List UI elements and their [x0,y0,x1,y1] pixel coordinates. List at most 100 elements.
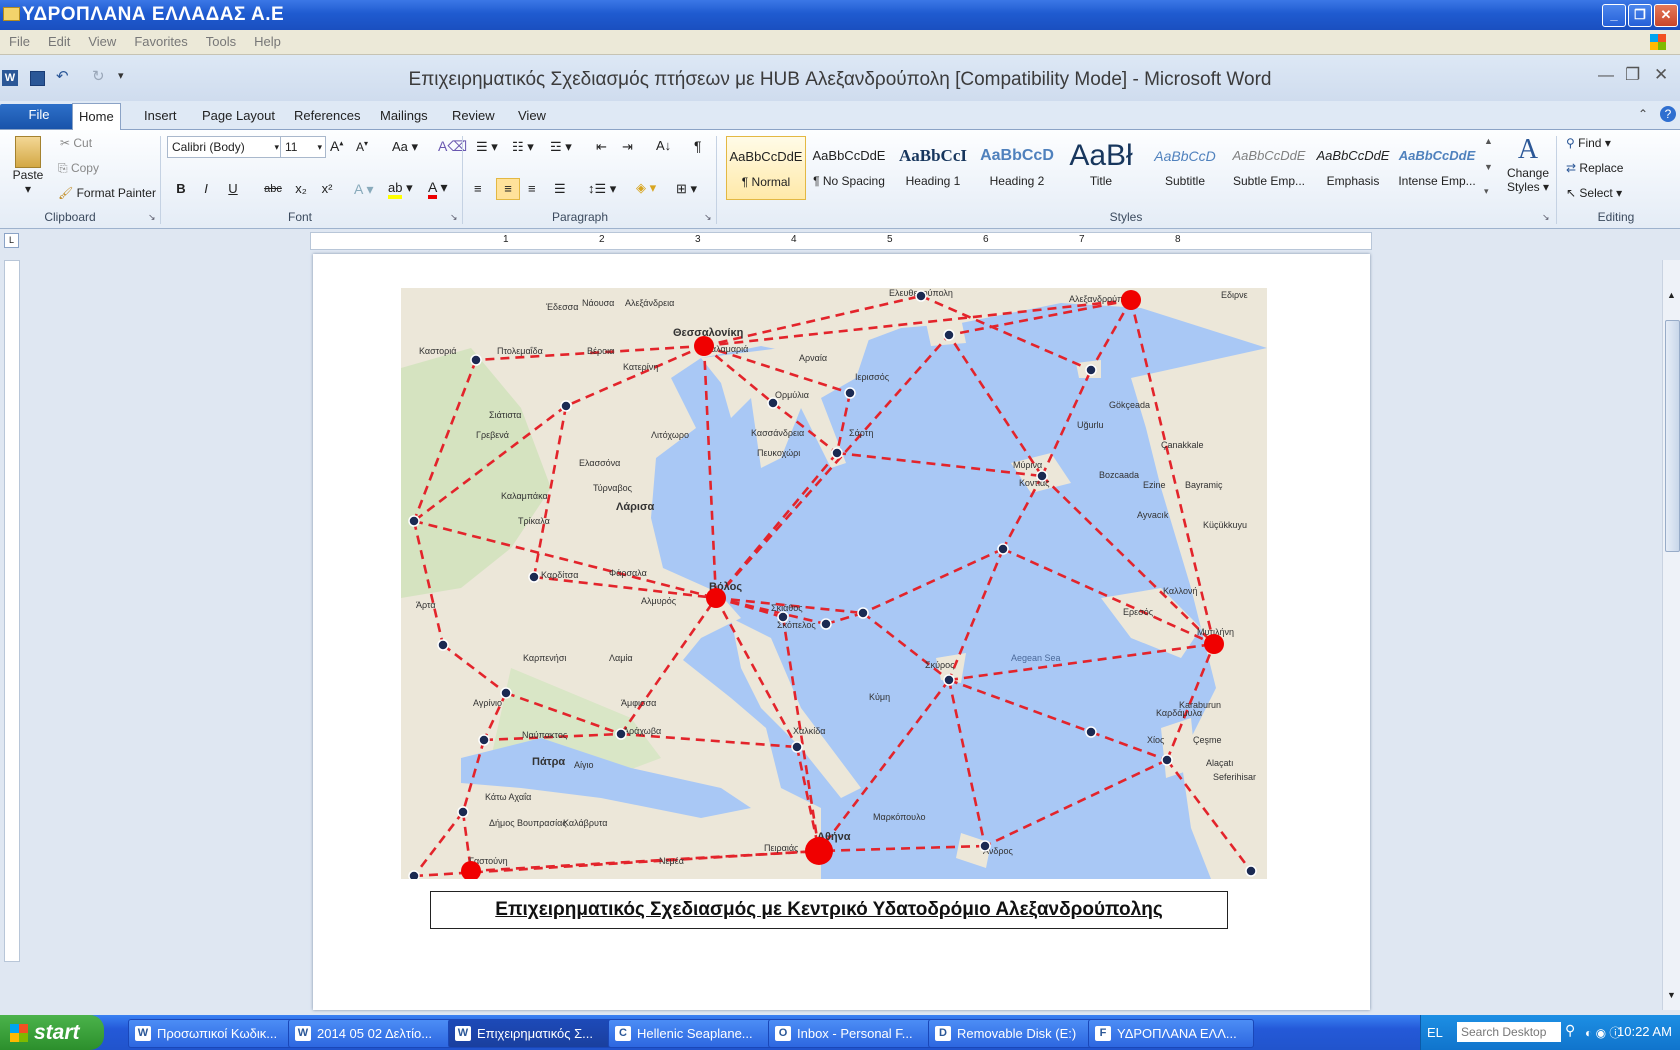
style-emphasis[interactable]: AaBbCcDdE Emphasis [1314,136,1392,198]
taskbar-item[interactable]: D Removable Disk (E:) [928,1019,1094,1048]
help-icon[interactable]: ? [1660,106,1676,122]
shading-icon[interactable]: ◈ ▾ [636,180,656,196]
copy-button[interactable]: ⎘ Copy [58,161,99,176]
shrink-font-icon[interactable]: A▾ [356,139,368,154]
clipboard-launcher-icon[interactable]: ↘ [148,212,156,223]
style-title[interactable]: AaBł Title [1062,136,1140,198]
menu-view[interactable]: View [79,30,125,54]
bullets-icon[interactable]: ☰ ▾ [476,139,498,155]
style-heading-2[interactable]: AaBbCcD Heading 2 [978,136,1056,198]
menu-help[interactable]: Help [245,30,290,54]
style-subtle-emphasis[interactable]: AaBbCcDdE Subtle Emp... [1230,136,1308,198]
scroll-down-icon[interactable]: ▼ [1667,990,1676,1000]
horizontal-ruler[interactable]: 1 2 3 4 5 6 7 8 [310,232,1372,250]
paragraph-launcher-icon[interactable]: ↘ [704,212,712,223]
subscript-button[interactable]: x₂ [290,179,312,199]
greece-map-image[interactable]: ΕλευθερούποληΑλεξανδρούποληΘεσσαλονίκηΚα… [401,288,1267,879]
styles-launcher-icon[interactable]: ↘ [1542,212,1550,223]
style-no-spacing[interactable]: AaBbCcDdE ¶ No Spacing [810,136,888,198]
style-subtitle[interactable]: AaBbCcD Subtitle [1146,136,1224,198]
search-desktop-input[interactable]: Search Desktop [1457,1022,1561,1042]
taskbar-item[interactable]: W 2014 05 02 Δελτίο... [288,1019,454,1048]
font-name-box[interactable]: Calibri (Body) ▾ [167,136,283,158]
tab-review[interactable]: Review [446,105,501,127]
ruler-toggle-icon[interactable]: L [4,233,19,248]
taskbar-item[interactable]: O Inbox - Personal F... [768,1019,934,1048]
grow-font-icon[interactable]: A▴ [330,138,343,154]
language-indicator[interactable]: EL [1427,1025,1443,1040]
taskbar-item[interactable]: W Προσωπικοί Κωδικ... [128,1019,294,1048]
menu-edit[interactable]: Edit [39,30,79,54]
map-place-label: Πάτρα [532,756,565,768]
taskbar-item[interactable]: C Hellenic Seaplane... [608,1019,774,1048]
tab-insert[interactable]: Insert [138,105,183,127]
decrease-indent-icon[interactable]: ⇤ [596,139,607,155]
scroll-up-icon[interactable]: ▲ [1667,290,1676,300]
superscript-button[interactable]: x² [316,179,338,199]
menu-tools[interactable]: Tools [197,30,245,54]
align-right-icon[interactable]: ≡ [528,181,536,196]
align-center-icon[interactable]: ≡ [496,178,520,200]
taskbar-item[interactable]: W Επιχειρηματικός Σ... [448,1019,614,1048]
minimize-ribbon-icon[interactable]: ⌃ [1638,107,1648,121]
justify-icon[interactable]: ☰ [554,181,566,197]
font-size-box[interactable]: 11 ▾ [280,136,326,158]
menu-file[interactable]: File [0,30,39,54]
highlight-icon[interactable]: ab ▾ [388,180,413,199]
vertical-ruler[interactable] [4,260,20,962]
select-button[interactable]: ↖ Select ▾ [1566,186,1622,200]
styles-scroll-down-icon[interactable]: ▼ [1484,162,1493,172]
borders-icon[interactable]: ⊞ ▾ [676,181,697,197]
tray-icons[interactable]: ◐ ◉ ⓘ [1585,1024,1621,1041]
start-button[interactable]: start [0,1015,104,1050]
align-left-icon[interactable]: ≡ [474,181,482,196]
map-place-label: Küçükkuyu [1203,520,1247,530]
tab-page-layout[interactable]: Page Layout [196,105,281,127]
font-color-icon[interactable]: A ▾ [428,179,448,199]
tab-mailings[interactable]: Mailings [374,105,434,127]
styles-more-icon[interactable]: ▾ [1484,186,1489,197]
numbering-icon[interactable]: ☷ ▾ [512,139,534,155]
strikethrough-button[interactable]: abc [262,179,284,199]
text-effects-icon[interactable]: A ▾ [354,181,373,198]
search-icon[interactable]: ⚲ [1565,1022,1575,1039]
styles-scroll-up-icon[interactable]: ▲ [1484,136,1493,146]
seaplane-base-marker [615,728,627,740]
font-launcher-icon[interactable]: ↘ [450,212,458,223]
word-close-icon[interactable]: ✕ [1654,65,1668,85]
change-styles-button[interactable]: A Change Styles ▾ [1502,134,1554,194]
italic-button[interactable]: I [195,179,217,199]
style-heading-1[interactable]: AaBbCcI Heading 1 [894,136,972,198]
vertical-scrollbar[interactable]: ▲ ▼ [1662,260,1680,1010]
word-restore-icon[interactable]: ❐ [1625,65,1640,85]
paste-button[interactable]: Paste ▾ [10,136,46,196]
style-intense-emphasis[interactable]: AaBbCcDdE Intense Emp... [1398,136,1476,198]
change-case-icon[interactable]: Aa ▾ [392,139,418,155]
style-normal[interactable]: AaBbCcDdE ¶ Normal [726,136,806,200]
taskbar-item[interactable]: F ΥΔΡΟΠΛΑΝΑ ΕΛΛ... [1088,1019,1254,1048]
tab-view[interactable]: View [512,105,552,127]
underline-button[interactable]: U [222,179,244,199]
increase-indent-icon[interactable]: ⇥ [622,139,633,155]
tab-file[interactable]: File [0,104,78,129]
word-minimize-icon[interactable]: — [1598,67,1614,85]
map-place-label: Καρδίτσα [541,570,578,580]
scroll-thumb[interactable] [1665,320,1680,552]
find-button[interactable]: ⚲ Find ▾ [1566,136,1611,150]
tab-home[interactable]: Home [72,103,121,130]
show-marks-icon[interactable]: ¶ [694,138,702,154]
minimize-icon[interactable]: _ [1602,4,1626,27]
multilevel-list-icon[interactable]: ☲ ▾ [550,139,572,155]
close-icon[interactable]: ✕ [1654,4,1678,27]
figure-caption[interactable]: Επιχειρηματικός Σχεδιασμός με Κεντρικό Υ… [430,891,1228,929]
format-painter-button[interactable]: 🖌 Format Painter [58,186,156,200]
tab-references[interactable]: References [288,105,366,127]
map-place-label: Alaçatı [1206,758,1234,768]
replace-button[interactable]: ⇄ Replace [1566,161,1623,175]
restore-icon[interactable]: ❐ [1628,4,1652,27]
bold-button[interactable]: B [170,179,192,199]
menu-favorites[interactable]: Favorites [125,30,196,54]
sort-icon[interactable]: A↓ [656,138,671,153]
cut-button[interactable]: ✂ Cut [60,136,92,150]
line-spacing-icon[interactable]: ↕☰ ▾ [588,181,616,197]
